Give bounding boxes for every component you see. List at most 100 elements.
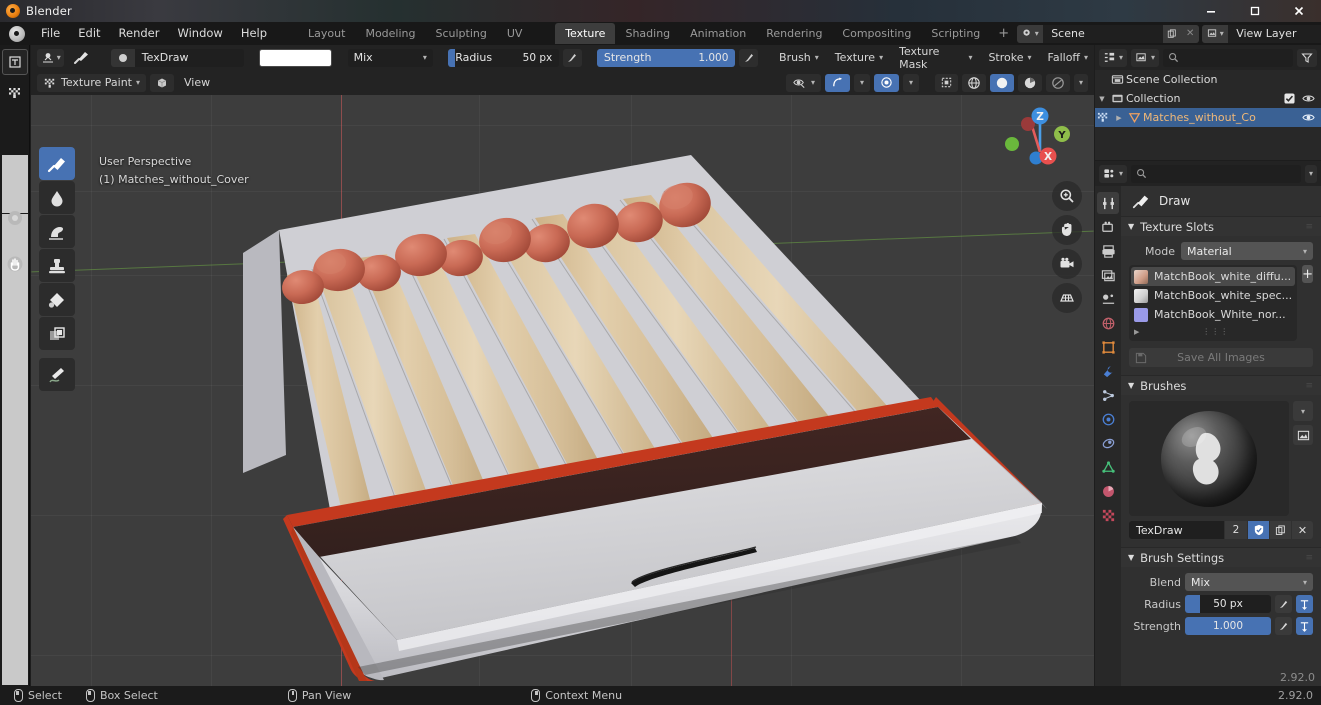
tab-object[interactable] <box>1097 336 1119 358</box>
brush-preview-image-icon[interactable] <box>1293 425 1313 445</box>
add-workspace-button[interactable]: + <box>990 23 1017 44</box>
menu-render[interactable]: Render <box>110 24 169 43</box>
shading-rendered-icon[interactable] <box>1045 73 1070 92</box>
texture-slot-item[interactable]: MatchBook_white_spec... <box>1131 286 1295 305</box>
collection-expand-icon[interactable]: ▼ <box>1095 95 1109 103</box>
tab-tool[interactable] <box>1097 192 1119 214</box>
menu-texture[interactable]: Texture ▾ <box>829 49 889 67</box>
tab-texture-paint[interactable]: Texture Paint <box>555 23 616 61</box>
menu-falloff[interactable]: Falloff ▾ <box>1042 49 1095 67</box>
menu-window[interactable]: Window <box>168 24 231 43</box>
add-texture-slot-button[interactable]: + <box>1302 265 1313 283</box>
view-layer-icon[interactable]: ▾ <box>1202 24 1229 43</box>
tool-fill[interactable] <box>39 283 75 316</box>
scene-new-icon[interactable] <box>1163 24 1182 43</box>
blender-menu-icon[interactable] <box>9 25 25 42</box>
editor-type-icon[interactable] <box>1 49 28 75</box>
tab-shading[interactable]: Shading <box>615 23 680 44</box>
tab-particles[interactable] <box>1097 384 1119 406</box>
tab-animation[interactable]: Animation <box>680 23 756 44</box>
slot-list-expand-icon[interactable]: ▶ <box>1134 328 1139 336</box>
brush-unlink-icon[interactable]: ✕ <box>1292 521 1313 539</box>
view-layer-datablock[interactable]: ▾ View Layer ✕ <box>1202 24 1321 43</box>
tab-output[interactable] <box>1097 240 1119 262</box>
tab-view-layer[interactable] <box>1097 264 1119 286</box>
texture-paint-mode-icon[interactable] <box>2 79 28 105</box>
xray-toggle[interactable] <box>934 73 958 92</box>
tab-modeling[interactable]: Modeling <box>355 23 425 44</box>
texture-mode-dropdown[interactable]: Material ▾ <box>1181 242 1313 260</box>
shading-dropdown[interactable]: ▾ <box>1073 73 1088 92</box>
radius-slider[interactable]: Radius 50 px <box>448 48 560 67</box>
panel-header-brushes[interactable]: ▼ Brushes ≡ <box>1121 375 1321 395</box>
properties-editor-type-icon[interactable]: ▾ <box>1099 164 1128 183</box>
strength-slider[interactable]: Strength 1.000 <box>596 48 736 67</box>
view-layer-name-field[interactable]: View Layer <box>1228 24 1321 43</box>
tab-scene[interactable] <box>1097 288 1119 310</box>
snap-toggle[interactable] <box>824 73 850 92</box>
orthographic-toggle-icon[interactable] <box>1052 283 1082 313</box>
slot-list-grip-icon[interactable]: ⋮⋮⋮ <box>1202 327 1229 336</box>
strength-pressure-icon[interactable] <box>739 48 758 67</box>
tab-uv-editing[interactable]: UV Editing <box>497 23 555 61</box>
tab-render[interactable] <box>1097 216 1119 238</box>
tab-material[interactable] <box>1097 480 1119 502</box>
properties-options-dropdown[interactable]: ▾ <box>1304 164 1317 183</box>
outliner-editor-type-icon[interactable]: ▾ <box>1099 48 1128 67</box>
view-menu[interactable]: View <box>178 74 216 92</box>
brush-preview-thumbnail[interactable] <box>1129 401 1289 516</box>
tab-object-data[interactable] <box>1097 456 1119 478</box>
active-tool-icon[interactable]: ▾ <box>37 48 65 67</box>
brush-preset-dropdown-icon[interactable]: ▾ <box>1293 401 1313 421</box>
save-all-images-button[interactable]: Save All Images <box>1129 348 1313 367</box>
tool-annotate[interactable] <box>39 358 75 391</box>
brush-color-swatch[interactable] <box>258 48 333 67</box>
menu-file[interactable]: File <box>32 24 69 43</box>
radius-setting-slider[interactable]: 50 px <box>1185 595 1271 613</box>
menu-help[interactable]: Help <box>232 24 276 43</box>
brush-duplicate-icon[interactable] <box>1270 521 1291 539</box>
strength-unit-toggle-icon[interactable] <box>1296 617 1313 635</box>
menu-stroke[interactable]: Stroke ▾ <box>982 49 1037 67</box>
tool-draw[interactable] <box>39 147 75 180</box>
proportional-dropdown[interactable]: ▾ <box>902 73 919 92</box>
texture-slot-item[interactable]: MatchBook_White_nor... <box>1131 305 1295 324</box>
visibility-selector[interactable]: ▾ <box>785 73 821 92</box>
menu-edit[interactable]: Edit <box>69 24 109 43</box>
scene-name-field[interactable]: Scene <box>1043 24 1164 43</box>
tool-smear[interactable] <box>39 215 75 248</box>
radius-pressure-icon[interactable] <box>563 48 582 67</box>
object-expand-icon[interactable]: ▶ <box>1112 114 1126 122</box>
brush-tool-icon[interactable] <box>68 49 95 67</box>
texture-slot-list[interactable]: MatchBook_white_diffu... MatchBook_white… <box>1129 265 1298 341</box>
strength-pressure-icon[interactable] <box>1275 617 1292 635</box>
outliner-filter-icon[interactable] <box>1297 48 1317 67</box>
zoom-icon[interactable] <box>1052 181 1082 211</box>
move-view-icon[interactable] <box>1052 215 1082 245</box>
outliner-row-matches-object[interactable]: ▶ Matches_without_Co <box>1095 108 1321 127</box>
strength-setting-slider[interactable]: 1.000 <box>1185 617 1271 635</box>
blend-setting-dropdown[interactable]: Mix ▾ <box>1185 573 1313 591</box>
outliner-row-collection[interactable]: ▼ Collection <box>1095 89 1321 108</box>
tab-constraints[interactable] <box>1097 432 1119 454</box>
texture-paint-mode-icon[interactable] <box>1095 111 1112 124</box>
menu-texture-mask[interactable]: Texture Mask ▾ <box>893 45 978 71</box>
properties-search-input[interactable] <box>1131 164 1301 183</box>
brush-users-count[interactable]: 2 <box>1225 521 1247 539</box>
tab-compositing[interactable]: Compositing <box>832 23 921 44</box>
tab-modifiers[interactable] <box>1097 360 1119 382</box>
maximize-icon[interactable] <box>1233 0 1277 22</box>
outliner-row-scene-collection[interactable]: Scene Collection <box>1095 70 1321 89</box>
collection-checkbox[interactable] <box>1284 93 1295 104</box>
shading-solid-icon[interactable] <box>989 73 1014 92</box>
minimize-icon[interactable] <box>1189 0 1233 22</box>
shading-wireframe-icon[interactable] <box>961 73 986 92</box>
menu-brush[interactable]: Brush ▾ <box>773 49 825 67</box>
texture-slot-item[interactable]: MatchBook_white_diffu... <box>1131 267 1296 286</box>
tab-texture[interactable] <box>1097 504 1119 526</box>
collection-visibility-eye-icon[interactable] <box>1302 93 1315 104</box>
brush-name-input[interactable]: TexDraw <box>1129 521 1224 539</box>
tab-physics[interactable] <box>1097 408 1119 430</box>
texture-slot-list-footer[interactable]: ▶ ⋮⋮⋮ <box>1131 324 1295 339</box>
tab-scripting[interactable]: Scripting <box>921 23 990 44</box>
